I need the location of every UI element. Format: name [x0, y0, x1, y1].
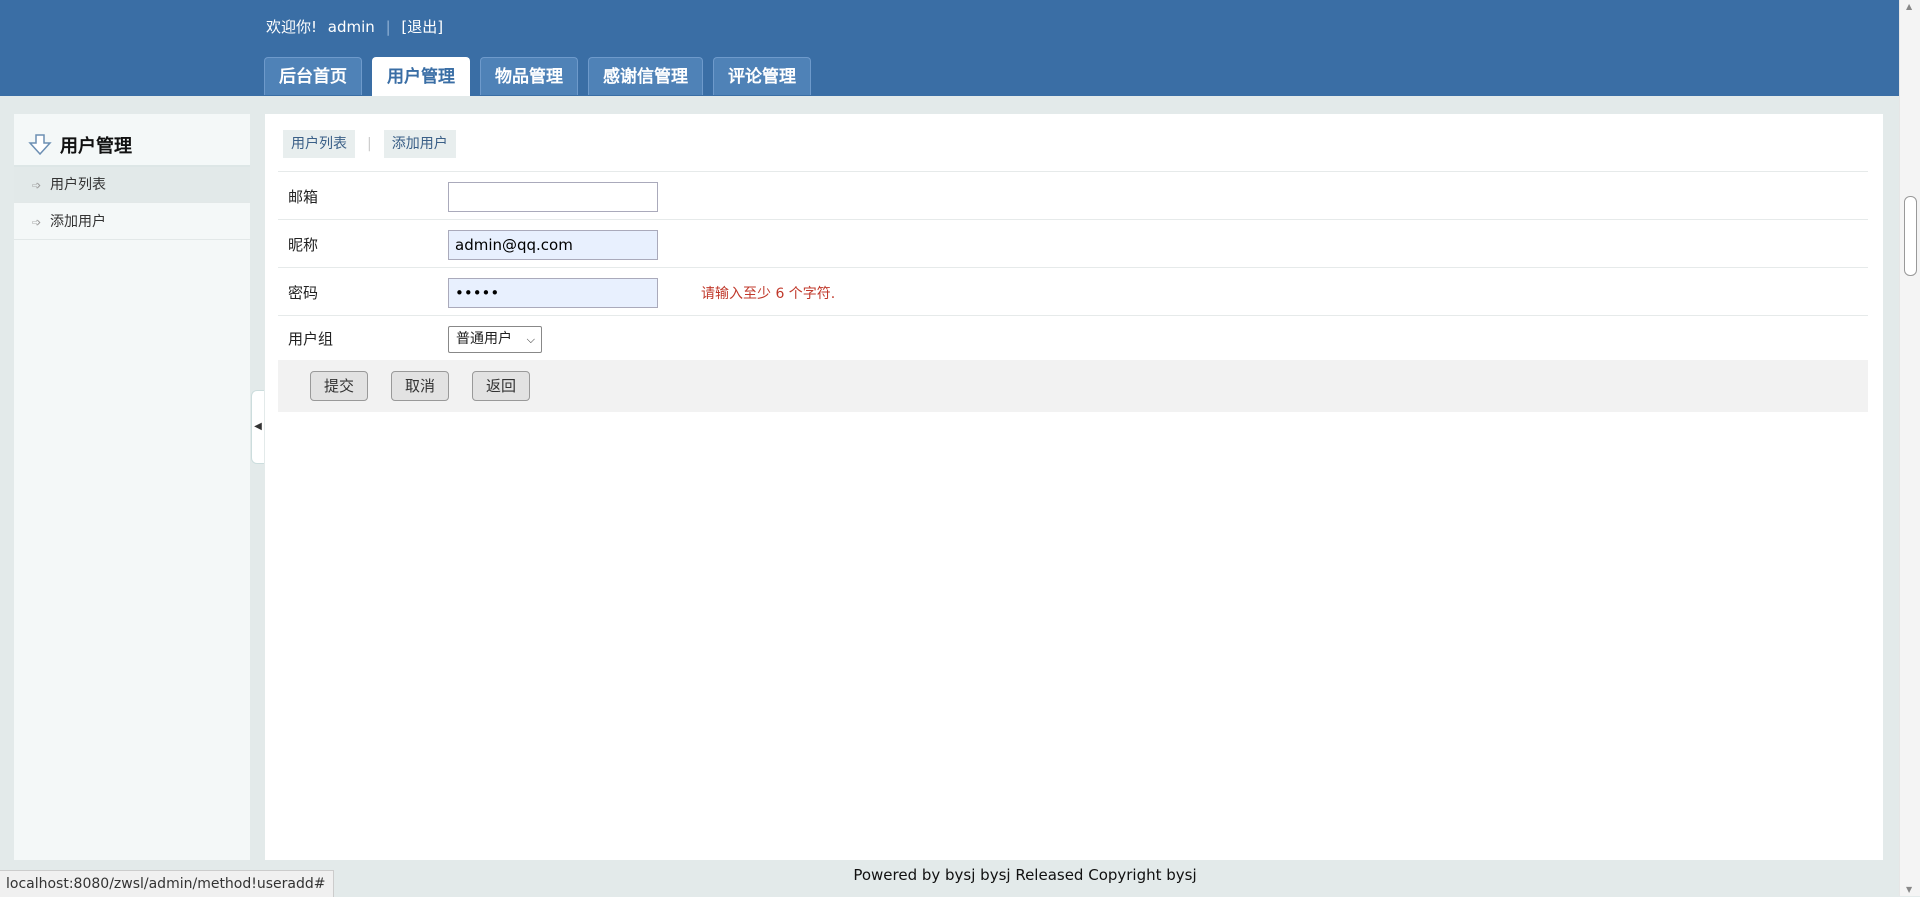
nickname-field[interactable] [448, 230, 658, 260]
sidebar-title-label: 用户管理 [60, 136, 132, 157]
tab-thanks-letter-management[interactable]: 感谢信管理 [588, 57, 703, 95]
form-row-nickname: 昵称 [278, 219, 1868, 268]
group-label: 用户组 [288, 330, 334, 348]
button-bar: 提交 取消 返回 [278, 360, 1868, 412]
welcome-bar: 欢迎你! admin | [退出] [266, 16, 443, 37]
tab-admin-home[interactable]: 后台首页 [264, 57, 362, 95]
submit-button[interactable]: 提交 [310, 371, 368, 401]
welcome-text: 欢迎你! [266, 18, 318, 36]
tab-comment-management[interactable]: 评论管理 [713, 57, 811, 95]
cancel-button[interactable]: 取消 [391, 371, 449, 401]
form-row-email: 邮箱 [278, 171, 1868, 220]
form-row-group: 用户组 普通用户 ⌵ [278, 315, 1868, 361]
logout-link[interactable]: [退出] [401, 18, 443, 36]
scroll-down-arrow-icon[interactable]: ▼ [1906, 885, 1912, 894]
down-arrow-icon [28, 134, 52, 156]
password-field[interactable] [448, 278, 658, 308]
user-group-select[interactable]: 普通用户 ⌵ [448, 326, 542, 353]
top-header: 欢迎你! admin | [退出] 后台首页 用户管理 物品管理 感谢信管理 评… [0, 0, 1900, 96]
back-button[interactable]: 返回 [472, 371, 530, 401]
sidebar-item-user-list[interactable]: ➩ 用户列表 [14, 167, 250, 203]
collapse-sidebar-toggle[interactable]: ◀ [251, 390, 264, 464]
password-error-message: 请输入至少 6 个字符. [701, 286, 836, 302]
password-label: 密码 [288, 284, 319, 302]
tab-item-management[interactable]: 物品管理 [480, 57, 578, 95]
main-panel: 用户列表 | 添加用户 邮箱 昵称 密码 请输入至少 6 个字符. 用户组 普通… [265, 114, 1883, 860]
subtab-user-list[interactable]: 用户列表 [283, 130, 355, 158]
triangle-left-icon: ◀ [254, 421, 262, 432]
sidebar-title: 用户管理 [28, 132, 132, 158]
email-label: 邮箱 [288, 188, 319, 206]
form-row-password: 密码 请输入至少 6 个字符. [278, 267, 1868, 316]
main-nav: 后台首页 用户管理 物品管理 感谢信管理 评论管理 [264, 57, 821, 96]
subtab-divider: | [367, 136, 372, 152]
user-group-value: 普通用户 [456, 331, 512, 347]
tab-user-management[interactable]: 用户管理 [372, 57, 470, 96]
sidebar: 用户管理 ➩ 用户列表 ➩ 添加用户 [14, 114, 250, 860]
subtab-add-user[interactable]: 添加用户 [383, 130, 456, 158]
arrow-bullet-icon: ➩ [32, 216, 42, 229]
username: admin [327, 18, 375, 36]
chevron-down-icon: ⌵ [526, 333, 535, 346]
sidebar-item-label: 用户列表 [50, 177, 106, 193]
sub-tabs: 用户列表 | 添加用户 [283, 130, 456, 158]
nickname-label: 昵称 [288, 236, 319, 254]
scrollbar-thumb[interactable] [1904, 196, 1917, 276]
arrow-bullet-icon: ➩ [32, 179, 42, 192]
scroll-up-arrow-icon[interactable]: ▲ [1906, 2, 1912, 11]
sidebar-item-label: 添加用户 [50, 214, 106, 230]
status-bar-url: localhost:8080/zwsl/admin/method!useradd… [0, 870, 335, 897]
vertical-scrollbar[interactable]: ▲ ▼ [1899, 0, 1920, 896]
email-field[interactable] [448, 182, 658, 212]
divider: | [385, 18, 391, 36]
sidebar-item-add-user[interactable]: ➩ 添加用户 [14, 204, 250, 240]
